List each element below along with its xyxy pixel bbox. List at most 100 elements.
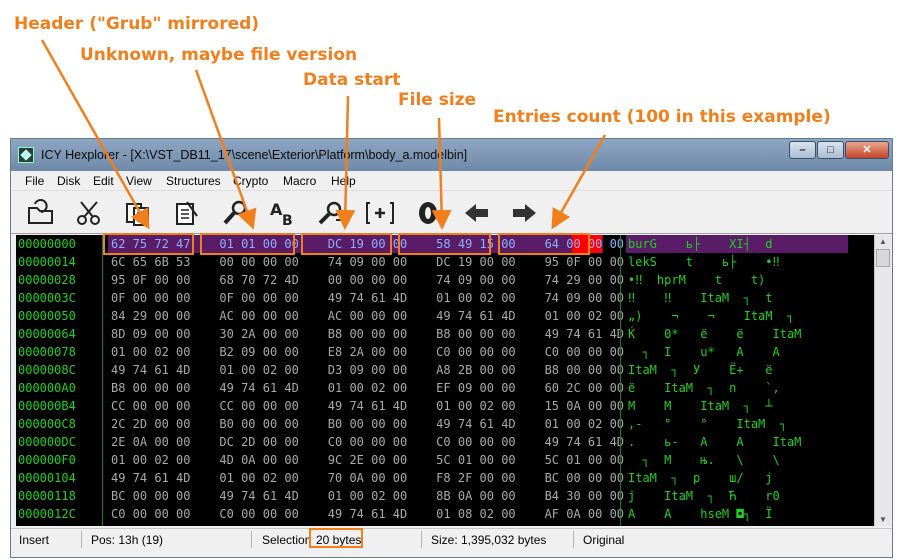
hex-row[interactable]: 95 0F 00 00 68 70 72 4D 00 00 00 00 74 0… <box>111 271 624 289</box>
hex-group[interactable]: C0 00 00 00 <box>111 507 190 521</box>
ascii-row[interactable]: ‼ ‼ ItaM ┐ t <box>628 289 846 307</box>
hex-row[interactable]: C0 00 00 00 C0 00 00 00 49 74 61 4D 01 0… <box>111 505 624 523</box>
hex-group[interactable]: 01 00 02 00 <box>111 453 190 467</box>
menu-macro[interactable]: Macro <box>283 174 316 188</box>
hex-group[interactable]: B0 00 00 00 <box>219 417 298 431</box>
hex-group[interactable]: 01 00 02 00 <box>219 471 298 485</box>
hex-row[interactable]: 8D 09 00 00 30 2A 00 00 B8 00 00 00 B8 0… <box>111 325 624 343</box>
hex-group[interactable]: 49 74 61 4D <box>436 309 515 323</box>
hex-group[interactable]: B0 00 00 00 <box>328 417 407 431</box>
hex-row[interactable]: B8 00 00 00 49 74 61 4D 01 00 02 00 EF 0… <box>111 379 624 397</box>
hex-group[interactable]: 95 0F 00 00 <box>111 273 190 287</box>
hex-group[interactable]: C0 00 00 00 <box>436 435 515 449</box>
hex-group[interactable]: 2C 2D 00 00 <box>111 417 190 431</box>
hex-group[interactable]: 74 09 00 00 <box>545 291 624 305</box>
ascii-row[interactable]: lekS t ь├ •‼ <box>628 253 846 271</box>
hex-group[interactable]: A8 2B 00 00 <box>436 363 515 377</box>
hex-group[interactable]: 74 09 00 00 <box>328 255 407 269</box>
hex-row[interactable]: 6C 65 6B 53 00 00 00 00 74 09 00 00 DC 1… <box>111 253 624 271</box>
hex-group[interactable]: 49 74 61 4D <box>436 417 515 431</box>
hex-group[interactable]: 5C 01 00 00 <box>436 453 515 467</box>
back-arrow-icon[interactable] <box>461 198 493 228</box>
forward-arrow-icon[interactable] <box>508 198 540 228</box>
hex-group[interactable]: 74 09 00 00 <box>436 273 515 287</box>
find-next-icon[interactable] <box>316 198 348 228</box>
hex-group[interactable]: F8 2F 00 00 <box>436 471 515 485</box>
hex-group[interactable]: BC 00 00 00 <box>111 489 190 503</box>
hex-group[interactable]: 95 0F 00 00 <box>545 255 624 269</box>
ascii-row[interactable]: ┐ I u* А А <box>628 343 846 361</box>
ascii-row[interactable]: А А hseM ◘┐ Ї <box>628 505 846 523</box>
hex-group[interactable]: 49 74 61 4D <box>545 435 624 449</box>
hex-group[interactable]: 60 2C 00 00 <box>545 381 624 395</box>
hex-group[interactable]: 00 00 00 00 <box>219 255 298 269</box>
hex-group[interactable]: D3 09 00 00 <box>328 363 407 377</box>
menu-view[interactable]: View <box>126 174 152 188</box>
hex-group[interactable]: 9C 2E 00 00 <box>328 453 407 467</box>
hex-group[interactable]: 4D 0A 00 00 <box>219 453 298 467</box>
hex-group[interactable]: B8 00 00 00 <box>328 327 407 341</box>
hex-group[interactable]: EF 09 00 00 <box>436 381 515 395</box>
hex-row[interactable]: 01 00 02 00 4D 0A 00 00 9C 2E 00 00 5C 0… <box>111 451 624 469</box>
open-file-icon[interactable] <box>25 198 57 228</box>
ascii-row[interactable]: ┐ M њ. \ \ <box>628 451 846 469</box>
hex-group[interactable]: 84 29 00 00 <box>111 309 190 323</box>
goto-offset-icon[interactable] <box>364 198 396 228</box>
scroll-up-icon[interactable]: ▲ <box>875 235 891 248</box>
hex-group[interactable]: B8 00 00 00 <box>436 327 515 341</box>
menu-crypto[interactable]: Crypto <box>233 174 268 188</box>
hex-group[interactable]: 01 00 02 00 <box>545 417 624 431</box>
copy-icon[interactable] <box>122 198 154 228</box>
hex-group[interactable]: 01 00 02 00 <box>111 345 190 359</box>
hex-group[interactable]: 6C 65 6B 53 <box>111 255 190 269</box>
hex-row[interactable]: 2C 2D 00 00 B0 00 00 00 B0 00 00 00 49 7… <box>111 415 624 433</box>
hex-group[interactable]: CC 00 00 00 <box>111 399 190 413</box>
hex-group[interactable]: 8B 0A 00 00 <box>436 489 515 503</box>
menu-help[interactable]: Help <box>331 174 356 188</box>
hex-group[interactable]: 70 0A 00 00 <box>328 471 407 485</box>
hex-row[interactable]: 2E 0A 00 00 DC 2D 00 00 C0 00 00 00 C0 0… <box>111 433 624 451</box>
title-bar[interactable]: ICY Hexplorer - [X:\VST_DB11_17\scene\Ex… <box>11 139 892 171</box>
hex-group[interactable]: AC 00 00 00 <box>328 309 407 323</box>
hex-group[interactable]: E8 2A 00 00 <box>328 345 407 359</box>
hex-group[interactable]: C0 00 00 00 <box>328 435 407 449</box>
hex-row[interactable]: BC 00 00 00 49 74 61 4D 01 00 02 00 8B 0… <box>111 487 624 505</box>
hex-row[interactable]: 01 00 02 00 B2 09 00 00 E8 2A 00 00 C0 0… <box>111 343 624 361</box>
goto-start-icon[interactable] <box>413 198 445 228</box>
ascii-row[interactable]: M M ItaM ┐ ┴ <box>628 397 846 415</box>
minimize-button[interactable]: – <box>789 141 816 159</box>
hex-group[interactable]: 0F 00 00 00 <box>219 291 298 305</box>
paste-icon[interactable] <box>171 198 203 228</box>
hex-row[interactable]: 49 74 61 4D 01 00 02 00 D3 09 00 00 A8 2… <box>111 361 624 379</box>
hex-group[interactable]: 49 74 61 4D <box>111 363 190 377</box>
ascii-row[interactable]: Ќ 0* ё ё ItaM <box>628 325 846 343</box>
maximize-button[interactable]: □ <box>817 141 844 159</box>
ascii-row[interactable]: . ь- А А ItaM <box>628 433 846 451</box>
hex-group[interactable]: 5C 01 00 00 <box>545 453 624 467</box>
hex-group[interactable]: 49 74 61 4D <box>219 489 298 503</box>
hex-group[interactable]: 01 08 02 00 <box>436 507 515 521</box>
hex-group[interactable]: B8 00 00 00 <box>545 363 624 377</box>
ascii-column[interactable]: burG ь├ XI┤ d lekS t ь├ •‼ •‼ hprM t t) ‼ ‼… <box>628 235 846 523</box>
hex-group[interactable]: 49 74 61 4D <box>328 399 407 413</box>
hex-group[interactable]: 49 74 61 4D <box>111 471 190 485</box>
ascii-row[interactable]: ё ItaM ┐ n `, <box>628 379 846 397</box>
hex-group[interactable]: 49 74 61 4D <box>328 507 407 521</box>
hex-group[interactable]: 15 0A 00 00 <box>545 399 624 413</box>
hex-group[interactable]: DC 19 00 00 <box>436 255 515 269</box>
ascii-row[interactable]: j ItaM ┐ Ћ r0 <box>628 487 846 505</box>
hex-row[interactable]: 84 29 00 00 AC 00 00 00 AC 00 00 00 49 7… <box>111 307 624 325</box>
hex-view[interactable]: 00000000 00000014 00000028 0000003C 00000050… <box>16 235 891 526</box>
hex-group[interactable]: DC 2D 00 00 <box>219 435 298 449</box>
hex-group[interactable]: CC 00 00 00 <box>219 399 298 413</box>
ascii-row[interactable]: „) ¬ ¬ ItaM ┐ <box>628 307 846 325</box>
hex-group[interactable]: B4 30 00 00 <box>545 489 624 503</box>
hex-group[interactable]: C0 00 00 00 <box>219 507 298 521</box>
vertical-scrollbar[interactable]: ▲ ▼ <box>874 235 891 526</box>
hex-group[interactable]: 49 74 61 4D <box>219 381 298 395</box>
hex-group[interactable]: 01 00 02 00 <box>436 291 515 305</box>
menu-disk[interactable]: Disk <box>57 174 80 188</box>
ascii-row[interactable]: ,- ° ° ItaM ┐ <box>628 415 846 433</box>
menu-structures[interactable]: Structures <box>166 174 221 188</box>
hex-group[interactable]: 01 00 02 00 <box>328 381 407 395</box>
